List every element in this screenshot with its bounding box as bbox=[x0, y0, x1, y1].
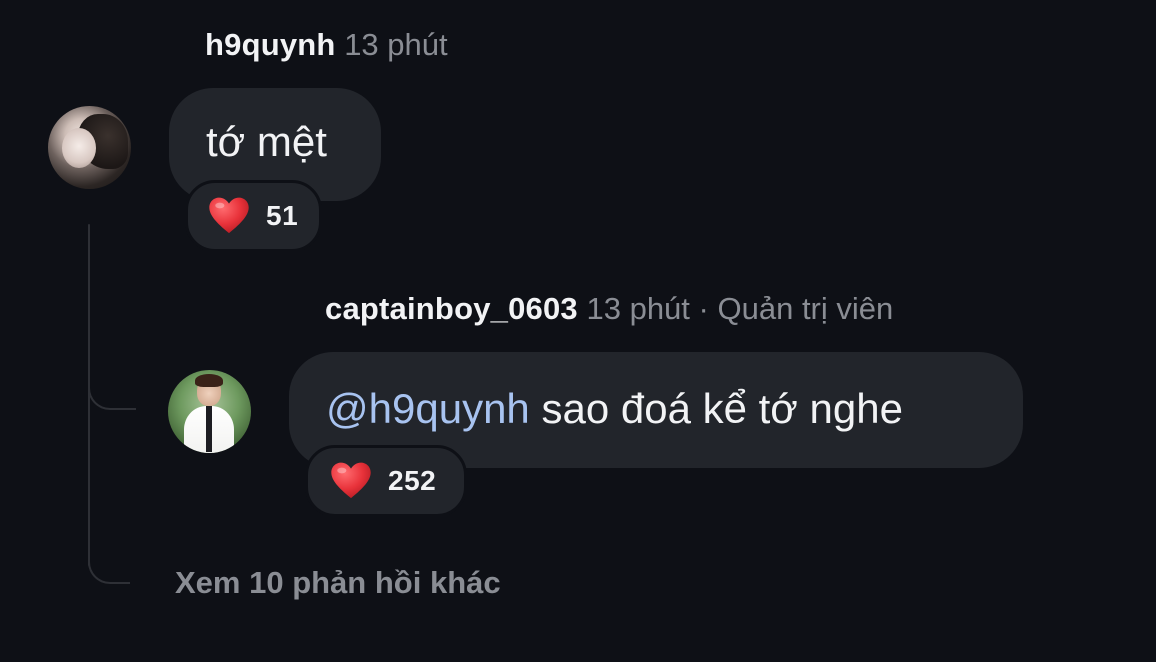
reply-username[interactable]: captainboy_0603 bbox=[325, 291, 578, 326]
reaction-count: 252 bbox=[388, 465, 437, 496]
thread-connector-branch bbox=[88, 562, 130, 584]
avatar[interactable] bbox=[48, 106, 131, 189]
comment-header: h9quynh 13 phút bbox=[205, 29, 448, 60]
reaction-count: 51 bbox=[266, 200, 299, 231]
reply-header: captainboy_0603 13 phút · Quản trị viên bbox=[325, 293, 893, 324]
heart-icon bbox=[331, 462, 371, 499]
reaction-pill[interactable]: 51 bbox=[185, 180, 322, 252]
comment-username[interactable]: h9quynh bbox=[205, 27, 336, 62]
reply-timestamp: 13 phút bbox=[586, 291, 690, 326]
comment-timestamp: 13 phút bbox=[344, 27, 448, 62]
view-more-replies-link[interactable]: Xem 10 phản hồi khác bbox=[175, 565, 501, 601]
reaction-pill[interactable]: 252 bbox=[305, 445, 467, 517]
comment-text: tớ mệt bbox=[206, 118, 327, 165]
thread-connector-branch bbox=[88, 388, 136, 410]
admin-role-label: Quản trị viên bbox=[717, 291, 894, 326]
avatar[interactable] bbox=[168, 370, 251, 453]
meta-separator: · bbox=[698, 291, 709, 326]
heart-icon bbox=[209, 197, 249, 234]
reply-text: sao đoá kể tớ nghe bbox=[529, 385, 903, 432]
mention-link[interactable]: @h9quynh bbox=[326, 385, 530, 432]
